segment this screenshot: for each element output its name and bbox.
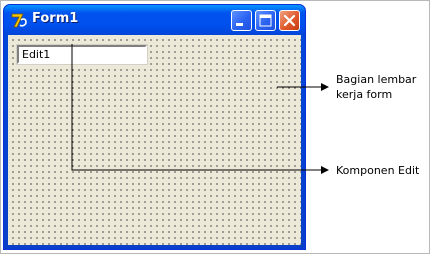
form-area-label-line1: Bagian lembar [336,73,417,86]
edit-component-label: Komponen Edit [336,164,420,177]
annotation-lines [71,44,329,174]
form-area-label: Bagian lembar kerja form [336,72,416,102]
form-area-label-line2: kerja form [336,88,393,101]
edit-component-arrow [71,44,329,174]
